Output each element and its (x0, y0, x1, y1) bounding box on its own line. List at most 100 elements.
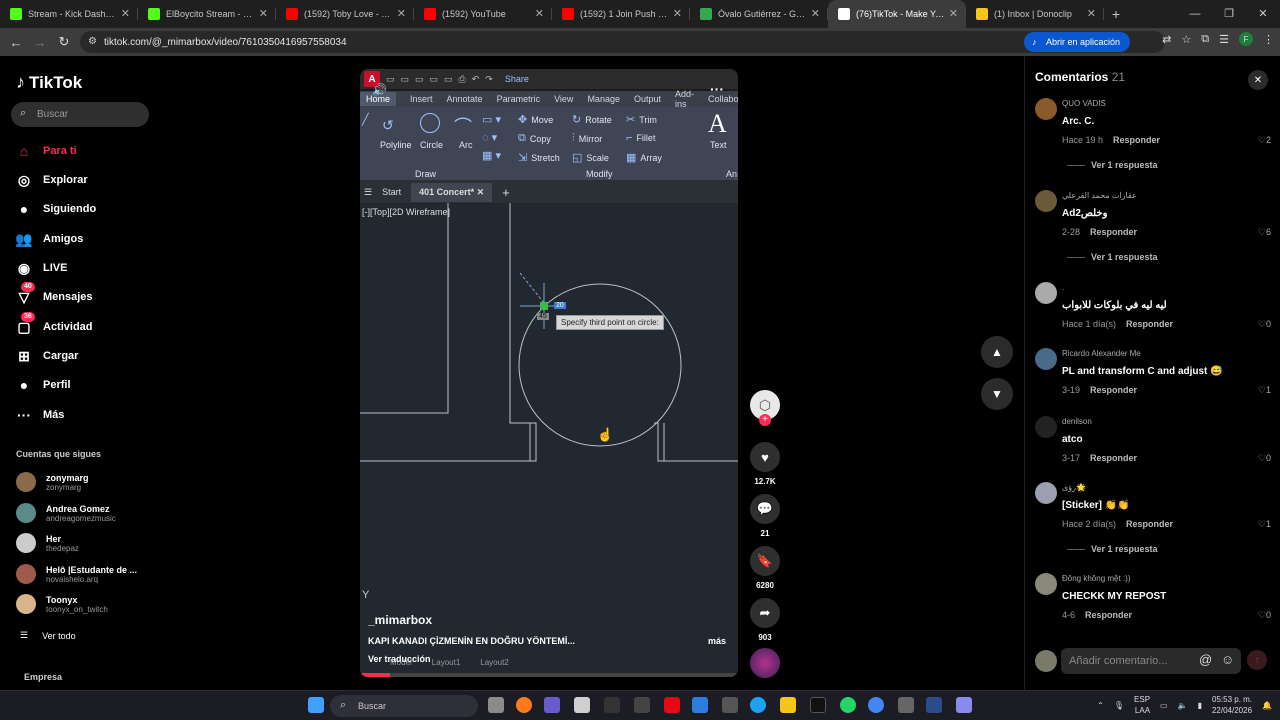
app-icon[interactable] (604, 697, 620, 713)
commenter-name[interactable]: عقارات محمد القرعلي (1062, 191, 1137, 200)
view-replies-link[interactable]: Ver 1 respuesta (1067, 252, 1158, 262)
chrome-icon[interactable] (868, 697, 884, 713)
reply-button[interactable]: Responder (1090, 385, 1137, 395)
comment-like[interactable]: ♡1 (1258, 385, 1271, 396)
app-icon[interactable] (722, 697, 738, 713)
send-comment-button[interactable]: ↑ (1247, 650, 1267, 670)
tiktok-logo[interactable]: ♪ TikTok (16, 72, 82, 93)
tab-close-icon[interactable]: ✕ (811, 7, 820, 20)
tab-close-icon[interactable]: ✕ (397, 7, 406, 20)
notifications-icon[interactable]: 🔔 (1262, 701, 1272, 710)
previous-video-button[interactable]: ▲ (981, 336, 1013, 368)
see-all-following[interactable]: ☰ Ver todo (20, 630, 76, 641)
comment-like[interactable]: ♡2 (1258, 135, 1271, 146)
app-icon[interactable] (898, 697, 914, 713)
browser-tab[interactable]: ElBoycito Stream - Watch✕ (138, 0, 276, 28)
commenter-avatar[interactable] (1035, 98, 1057, 120)
followed-account[interactable]: Andrea Gomez andreagomezmusic (16, 503, 116, 523)
commenter-name[interactable]: . (1062, 283, 1064, 292)
tab-close-icon[interactable]: ✕ (535, 7, 544, 20)
netflix-icon[interactable] (664, 697, 680, 713)
close-comments-button[interactable]: ✕ (1248, 70, 1268, 90)
forward-icon[interactable]: → (28, 35, 52, 50)
video-menu-icon[interactable]: ··· (710, 81, 724, 97)
commenter-name[interactable]: رؤى🌟 (1062, 483, 1086, 492)
reply-button[interactable]: Responder (1126, 319, 1173, 329)
video-progress-bar[interactable] (360, 673, 738, 677)
commenter-name[interactable]: Đông không mệt :)) (1062, 574, 1130, 583)
tab-close-icon[interactable]: ✕ (259, 7, 268, 20)
browser-tab[interactable]: (1592) YouTube ✕ (414, 0, 552, 28)
comment-like[interactable]: ♡1 (1258, 519, 1271, 530)
sidebar-item-para-ti[interactable]: ⌂ Para ti (15, 142, 77, 160)
extensions-icon[interactable]: ⧉ (1201, 33, 1209, 46)
windows-start-icon[interactable] (308, 697, 324, 713)
restore-icon[interactable]: ❐ (1212, 0, 1246, 28)
browser-menu-icon[interactable]: ⋮ (1263, 33, 1274, 46)
chevron-up-tray-icon[interactable]: ⌃ (1097, 701, 1104, 710)
browser-tab[interactable]: (1592) Toby Love - Tengo✕ (276, 0, 414, 28)
commenter-name[interactable]: QUO VADIS (1062, 99, 1106, 108)
sidebar-search-input[interactable]: ⌕ Buscar (11, 102, 149, 127)
reading-list-icon[interactable]: ☰ (1219, 33, 1229, 46)
teams-icon[interactable] (544, 697, 560, 713)
commenter-avatar[interactable] (1035, 482, 1057, 504)
sidebar-item-perfil[interactable]: ● Perfil (15, 376, 71, 394)
music-disc-icon[interactable] (750, 648, 780, 678)
reply-button[interactable]: Responder (1090, 453, 1137, 463)
browser-tab[interactable]: (1592) 1 Join Push Pull Pl✕ (552, 0, 690, 28)
volume-icon[interactable]: 🔊 (372, 83, 387, 97)
save-button[interactable]: 🔖 6280 (748, 546, 782, 590)
commenter-name[interactable]: Ricardo Alexander Me (1062, 349, 1141, 358)
followed-account[interactable]: Helô |Estudante de ... novaishelo.arq (16, 564, 137, 584)
store-icon[interactable] (574, 697, 590, 713)
file-explorer-icon[interactable] (780, 697, 796, 713)
comment-like[interactable]: ♡0 (1258, 319, 1271, 330)
share-button[interactable]: ➦ 903 (748, 598, 782, 642)
app-icon[interactable] (956, 697, 972, 713)
steam-icon[interactable] (926, 697, 942, 713)
follow-plus-icon[interactable]: + (759, 414, 771, 426)
site-info-icon[interactable]: ⚙ (88, 36, 97, 47)
reply-button[interactable]: Responder (1085, 610, 1132, 620)
tab-close-icon[interactable]: ✕ (121, 7, 130, 20)
emoji-icon[interactable]: ☺ (1221, 652, 1234, 667)
commenter-avatar[interactable] (1035, 282, 1057, 304)
keyboard-layout[interactable]: ESP LAA (1134, 694, 1150, 716)
taskbar-search[interactable]: ⌕ Buscar (330, 695, 478, 717)
followed-account[interactable]: Toonyx toonyx_on_twitch (16, 594, 108, 614)
video-author[interactable]: _mimarbox (368, 613, 432, 627)
browser-tab[interactable]: (76)TikTok - Make Your D✕ (828, 0, 966, 28)
sidebar-item-siguiendo[interactable]: ● Siguiendo (15, 200, 96, 218)
bookmark-star-icon[interactable]: ☆ (1181, 33, 1191, 46)
view-replies-link[interactable]: Ver 1 respuesta (1067, 160, 1158, 170)
browser-tab[interactable]: Óvalo Gutiérrez - Google✕ (690, 0, 828, 28)
edge-icon[interactable] (750, 697, 766, 713)
comment-like[interactable]: ♡0 (1258, 453, 1271, 464)
network-icon[interactable]: ▭ (1160, 701, 1168, 710)
battery-icon[interactable]: ▮ (1198, 701, 1202, 710)
see-translation-link[interactable]: Ver traducción (368, 654, 431, 664)
translate-icon[interactable]: ⇄ (1162, 33, 1171, 46)
reload-icon[interactable]: ↻ (52, 34, 76, 50)
reply-button[interactable]: Responder (1090, 227, 1137, 237)
comment-input[interactable]: Añadir comentario... (1061, 648, 1241, 674)
sidebar-item-mensajes[interactable]: ▽ 40 Mensajes (15, 282, 93, 306)
clock[interactable]: 05:53 p. m. 22/04/2026 (1212, 694, 1252, 716)
reply-button[interactable]: Responder (1126, 519, 1173, 529)
description-more-link[interactable]: más (708, 636, 726, 646)
creator-avatar[interactable]: ⬡ + (748, 390, 782, 426)
commenter-avatar[interactable] (1035, 190, 1057, 212)
followed-account[interactable]: Her thedepaz (16, 533, 79, 553)
firefox-icon[interactable] (516, 697, 532, 713)
followed-account[interactable]: zonymarg zonymarg (16, 472, 89, 492)
profile-avatar[interactable]: F (1239, 32, 1253, 46)
app-icon[interactable] (634, 697, 650, 713)
video-player[interactable]: A ▭▭▭▭▭⎙↶↷ Share Home Insert Annotate Param… (360, 69, 738, 677)
open-in-app-button[interactable]: Abrir en aplicación (1023, 32, 1130, 52)
microphone-icon[interactable]: 🎙 (1114, 701, 1124, 710)
reply-button[interactable]: Responder (1113, 135, 1160, 145)
comment-button[interactable]: 💬 21 (748, 494, 782, 538)
company-link[interactable]: Empresa (24, 672, 62, 682)
tab-close-icon[interactable]: ✕ (673, 7, 682, 20)
